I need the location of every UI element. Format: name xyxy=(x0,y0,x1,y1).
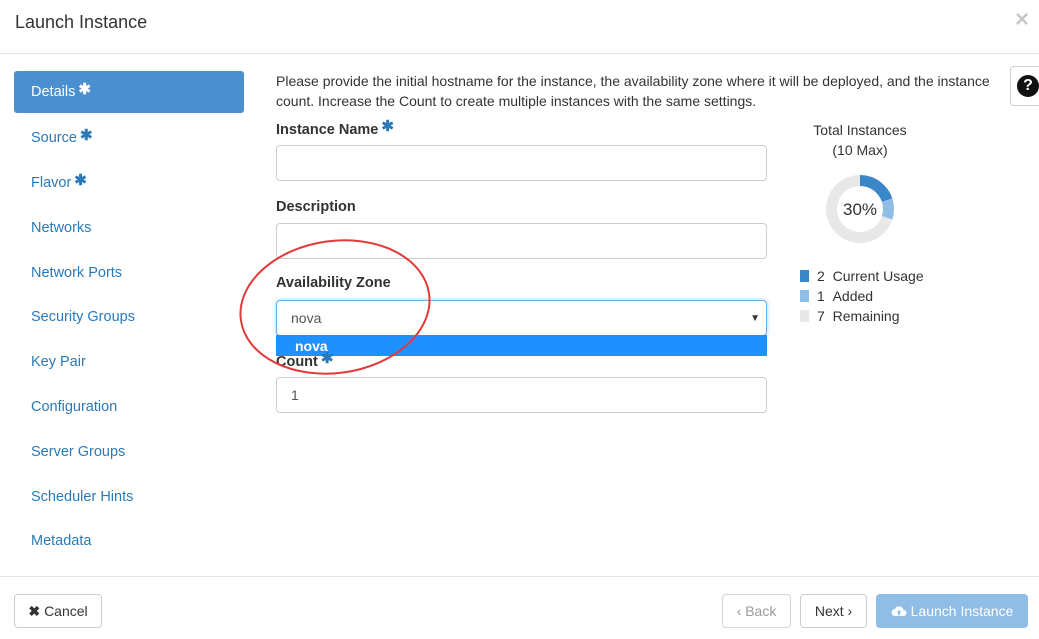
close-icon: ✖ xyxy=(28,602,41,619)
sidebar-item-label: Metadata xyxy=(31,533,92,550)
sidebar-item-details[interactable]: Details ✱ xyxy=(14,71,244,113)
sidebar-item-label: Key Pair xyxy=(31,354,86,371)
sidebar-item-server-groups[interactable]: Server Groups xyxy=(14,429,244,474)
legend-swatch xyxy=(800,290,809,302)
legend-label: Current Usage xyxy=(832,268,924,284)
sidebar-item-label: Network Ports xyxy=(31,264,123,281)
launch-instance-button[interactable]: Launch Instance xyxy=(876,594,1028,628)
modal-title: Launch Instance xyxy=(15,12,148,32)
caret-down-icon: ▼ xyxy=(750,313,760,324)
legend-count: 7 xyxy=(817,308,825,324)
sidebar-item-flavor[interactable]: Flavor ✱ xyxy=(14,161,244,206)
sidebar-item-scheduler-hints[interactable]: Scheduler Hints xyxy=(14,474,244,519)
help-text: Please provide the initial hostname for … xyxy=(276,73,990,109)
sidebar-item-label: Networks xyxy=(31,219,92,236)
sidebar-item-label: Flavor xyxy=(31,174,72,191)
availability-zone-select[interactable]: nova ▼ xyxy=(276,300,767,336)
usage-percent: 30% xyxy=(843,200,877,219)
legend-label: Remaining xyxy=(832,308,900,324)
question-icon: ? xyxy=(1017,75,1039,97)
legend-item-remaining: 7 Remaining xyxy=(800,306,924,326)
donut-segment-current xyxy=(860,175,893,202)
modal-footer: ✖ Cancel ‹ Back Next › Launch Instance xyxy=(0,576,1039,639)
next-button[interactable]: Next › xyxy=(800,594,867,628)
sidebar-item-source[interactable]: Source ✱ xyxy=(14,116,244,161)
legend-item-current: 2 Current Usage xyxy=(800,266,924,286)
instance-name-input[interactable] xyxy=(276,145,767,181)
dropdown-option-nova[interactable]: nova xyxy=(276,335,767,356)
sidebar-item-security-groups[interactable]: Security Groups xyxy=(14,295,244,340)
sidebar-item-configuration[interactable]: Configuration xyxy=(14,385,244,430)
required-icon: ✱ xyxy=(74,171,87,189)
sidebar-item-label: Source xyxy=(31,130,77,147)
usage-title-block: Total Instances (10 Max) xyxy=(790,120,930,160)
sidebar-item-metadata[interactable]: Metadata xyxy=(14,519,244,564)
instance-name-label: Instance Name ✱ xyxy=(276,118,394,138)
count-input[interactable] xyxy=(276,377,767,413)
availability-zone-label: Availability Zone xyxy=(276,275,391,291)
usage-max: (10 Max) xyxy=(832,142,888,158)
required-icon: ✱ xyxy=(78,81,91,98)
cancel-label: Cancel xyxy=(44,603,88,619)
cloud-upload-icon xyxy=(891,606,907,616)
sidebar-item-network-ports[interactable]: Network Ports xyxy=(14,250,244,295)
sidebar-item-label: Server Groups xyxy=(31,443,126,460)
availability-zone-value: nova xyxy=(291,310,322,326)
instance-name-label-text: Instance Name xyxy=(276,122,379,138)
launch-label: Launch Instance xyxy=(910,603,1014,619)
required-icon: ✱ xyxy=(320,350,334,367)
legend-swatch xyxy=(800,270,809,282)
sidebar-item-label: Details xyxy=(31,84,76,100)
legend-count: 1 xyxy=(817,288,825,304)
help-button[interactable]: ? xyxy=(1010,66,1039,106)
close-icon[interactable]: × xyxy=(1015,8,1029,32)
sidebar-item-networks[interactable]: Networks xyxy=(14,205,244,250)
sidebar-item-label: Security Groups xyxy=(31,309,135,326)
usage-donut-chart: 30% xyxy=(826,175,894,243)
count-label: Count ✱ xyxy=(276,350,334,370)
legend-swatch xyxy=(800,310,809,322)
sidebar-item-label: Scheduler Hints xyxy=(31,488,134,505)
sidebar-item-label: Configuration xyxy=(31,398,118,415)
donut-segment-added xyxy=(881,198,894,220)
legend-label: Added xyxy=(832,288,874,304)
legend-item-added: 1 Added xyxy=(800,286,924,306)
description-input[interactable] xyxy=(276,223,767,259)
description-label: Description xyxy=(276,199,356,215)
legend-count: 2 xyxy=(817,268,825,284)
cancel-button[interactable]: ✖ Cancel xyxy=(14,594,102,628)
usage-legend: 2 Current Usage 1 Added 7 Remaining xyxy=(800,266,924,326)
count-label-text: Count xyxy=(276,354,318,370)
modal-header: Launch Instance × xyxy=(0,0,1039,54)
sidebar-item-key-pair[interactable]: Key Pair xyxy=(14,340,244,385)
wizard-sidebar: Details ✱ Source ✱ Flavor ✱ Networks Net… xyxy=(14,71,244,564)
back-button[interactable]: ‹ Back xyxy=(722,594,791,628)
usage-title: Total Instances xyxy=(813,122,907,138)
required-icon: ✱ xyxy=(79,127,93,145)
required-icon: ✱ xyxy=(381,118,394,135)
